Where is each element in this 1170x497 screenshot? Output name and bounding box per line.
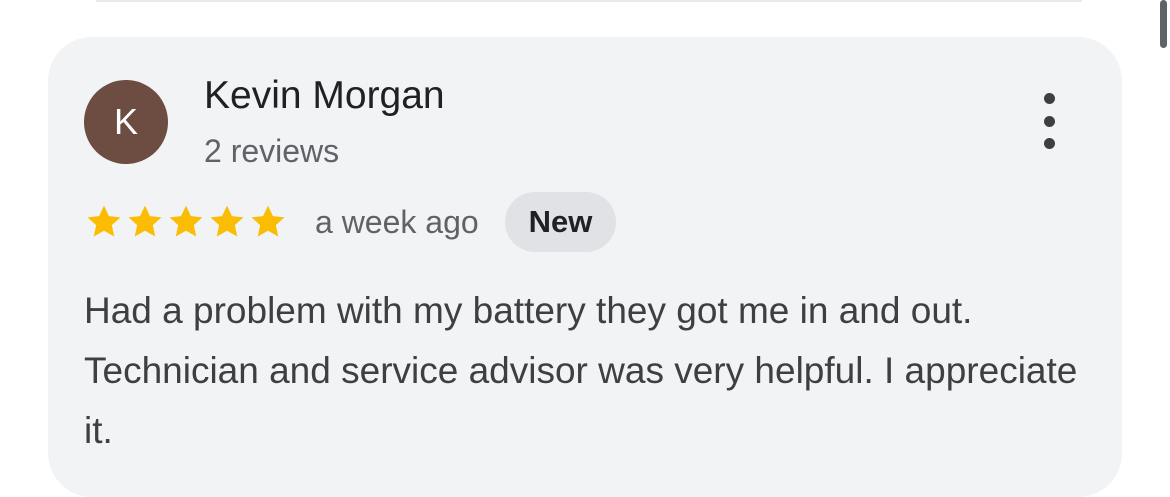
scrollbar-thumb[interactable]: [1160, 0, 1167, 48]
avatar-initial: K: [113, 101, 138, 142]
star-rating: [84, 202, 289, 242]
review-date: a week ago: [315, 203, 479, 240]
rating-row: a week ago New: [84, 192, 617, 252]
top-divider: [96, 0, 1082, 2]
more-options-button[interactable]: [1034, 93, 1064, 149]
star-icon: [169, 205, 203, 237]
author-review-count: 2 reviews: [204, 133, 340, 169]
avatar[interactable]: K: [84, 80, 168, 164]
star-icon: [87, 205, 121, 237]
more-vert-icon: [1043, 93, 1055, 104]
star-icon: [251, 205, 285, 237]
new-badge: New: [504, 192, 617, 252]
star-icon: [128, 205, 162, 237]
author-name[interactable]: Kevin Morgan: [204, 74, 445, 118]
scrollbar[interactable]: [1156, 0, 1170, 50]
review-text: Had a problem with my battery they got m…: [84, 290, 1078, 451]
star-icon: [210, 205, 244, 237]
review-card: K Kevin Morgan 2 reviews a week ago New …: [48, 37, 1122, 497]
